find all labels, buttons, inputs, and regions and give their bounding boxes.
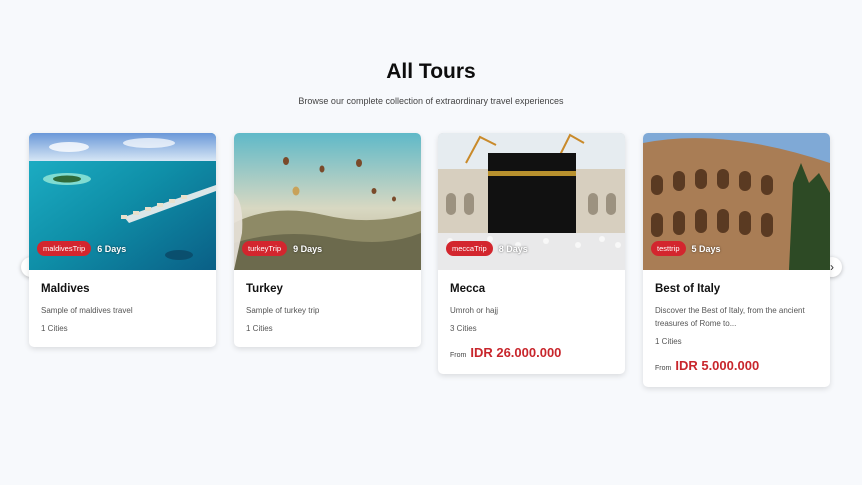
tour-tag: turkeyTrip bbox=[242, 241, 288, 256]
tour-description: Sample of turkey trip bbox=[246, 306, 320, 315]
tour-image-maldives: maldivesTrip 6 Days bbox=[29, 133, 216, 270]
tour-cities: 3 Cities bbox=[450, 324, 477, 333]
tour-card-mecca[interactable]: meccaTrip 8 Days Mecca Umroh or hajj 3 C… bbox=[438, 133, 625, 374]
tour-duration: 5 Days bbox=[691, 243, 721, 254]
tour-duration: 6 Days bbox=[97, 243, 127, 254]
tour-title: Maldives bbox=[41, 283, 90, 295]
tour-badge: turkeyTrip 9 Days bbox=[242, 241, 322, 256]
price-from-label: From bbox=[450, 352, 467, 359]
price-from-label: From bbox=[655, 365, 672, 372]
tour-title: Mecca bbox=[450, 283, 486, 295]
price-amount: IDR 5.000.000 bbox=[675, 358, 760, 373]
section-subtitle: Browse our complete collection of extrao… bbox=[298, 96, 564, 106]
tour-price: From IDR 5.000.000 bbox=[655, 358, 818, 373]
tour-description: Discover the Best of Italy, from the anc… bbox=[655, 306, 805, 328]
tour-cities: 1 Cities bbox=[246, 324, 273, 333]
tour-price: From IDR 26.000.000 bbox=[450, 345, 613, 360]
tour-image-mecca: meccaTrip 8 Days bbox=[438, 133, 625, 270]
tour-tag: meccaTrip bbox=[446, 241, 493, 256]
tour-description: Sample of maldives travel bbox=[41, 306, 133, 315]
tour-tag: maldivesTrip bbox=[37, 241, 92, 256]
chevron-right-icon: › bbox=[830, 260, 834, 274]
price-amount: IDR 26.000.000 bbox=[470, 345, 562, 360]
tour-title: Turkey bbox=[246, 283, 283, 295]
section-title: All Tours bbox=[386, 60, 476, 83]
tour-cities: 1 Cities bbox=[41, 324, 68, 333]
tour-tag: testtrip bbox=[651, 241, 686, 256]
tour-cities: 1 Cities bbox=[655, 337, 682, 346]
tour-description: Umroh or hajj bbox=[450, 306, 499, 315]
tour-card-maldives[interactable]: maldivesTrip 6 Days Maldives Sample of m… bbox=[29, 133, 216, 347]
tour-card-turkey[interactable]: turkeyTrip 9 Days Turkey Sample of turke… bbox=[234, 133, 421, 347]
tour-card-best-of-italy[interactable]: testtrip 5 Days Best of Italy Discover t… bbox=[643, 133, 830, 387]
tour-image-italy: testtrip 5 Days bbox=[643, 133, 830, 270]
tour-title: Best of Italy bbox=[655, 283, 721, 295]
tour-badge: meccaTrip 8 Days bbox=[446, 241, 528, 256]
tour-duration: 8 Days bbox=[498, 243, 528, 254]
tour-badge: maldivesTrip 6 Days bbox=[37, 241, 126, 256]
tour-image-turkey: turkeyTrip 9 Days bbox=[234, 133, 421, 270]
tour-duration: 9 Days bbox=[293, 243, 323, 254]
tour-badge: testtrip 5 Days bbox=[651, 241, 721, 256]
